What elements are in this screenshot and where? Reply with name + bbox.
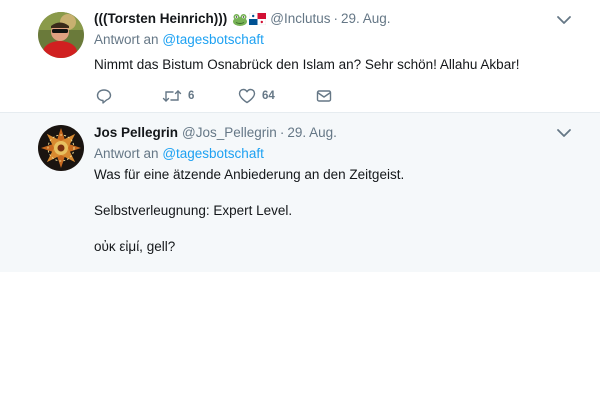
reply-mention-link[interactable]: @tagesbotschaft — [162, 32, 264, 47]
retweet-icon — [162, 90, 182, 102]
retweet-count: 6 — [188, 90, 195, 102]
avatar[interactable] — [38, 125, 84, 171]
author-name[interactable]: (((Torsten Heinrich))) — [94, 10, 227, 28]
tweet-paragraph: Selbstverleugnung: Expert Level. — [94, 203, 293, 218]
reply-mention-link[interactable]: @tagesbotschaft — [162, 146, 264, 161]
like-count: 64 — [262, 90, 275, 102]
tweet-date[interactable]: 29. Aug. — [287, 124, 337, 142]
direct-message-button[interactable] — [316, 88, 332, 104]
tweet-text: Nimmt das Bistum Osnabrück den Islam an?… — [94, 56, 580, 74]
frog-icon — [233, 13, 248, 26]
tweet-2[interactable]: Jos Pellegrin @Jos_Pellegrin · 29. Aug. … — [0, 113, 600, 272]
envelope-icon — [316, 90, 332, 102]
chevron-down-icon[interactable] — [556, 127, 572, 139]
author-handle[interactable]: @Jos_Pellegrin — [182, 124, 277, 142]
reply-button[interactable] — [96, 88, 162, 104]
retweet-button[interactable]: 6 — [162, 88, 238, 104]
tweet-date[interactable]: 29. Aug. — [341, 10, 391, 28]
tweet-1[interactable]: (((Torsten Heinrich))) @Inclutus · 29. A… — [0, 0, 600, 113]
reply-icon — [96, 89, 112, 104]
like-button[interactable]: 64 — [238, 88, 316, 104]
author-handle[interactable]: @Inclutus — [270, 10, 330, 28]
avatar[interactable] — [38, 12, 84, 58]
name-emoji — [232, 13, 267, 26]
reply-prefix: Antwort an — [94, 146, 159, 161]
separator-dot: · — [279, 125, 285, 140]
author-name[interactable]: Jos Pellegrin — [94, 124, 178, 142]
reply-context: Antwort an @tagesbotschaft — [94, 145, 580, 163]
panama-flag-icon — [249, 13, 267, 25]
tweet-actions: 6 64 — [96, 88, 332, 104]
tweet-paragraph: οὐκ εἰμί, gell? — [94, 239, 176, 254]
tweet-paragraph: Nimmt das Bistum Osnabrück den Islam an?… — [94, 57, 520, 72]
reply-context: Antwort an @tagesbotschaft — [94, 31, 580, 49]
separator-dot: · — [333, 11, 338, 26]
reply-prefix: Antwort an — [94, 32, 159, 47]
chevron-down-icon[interactable] — [556, 14, 572, 26]
tweet-text: Was für eine ätzende Anbiederung an den … — [94, 166, 580, 256]
heart-icon — [238, 88, 256, 104]
tweet-paragraph: Was für eine ätzende Anbiederung an den … — [94, 167, 405, 182]
